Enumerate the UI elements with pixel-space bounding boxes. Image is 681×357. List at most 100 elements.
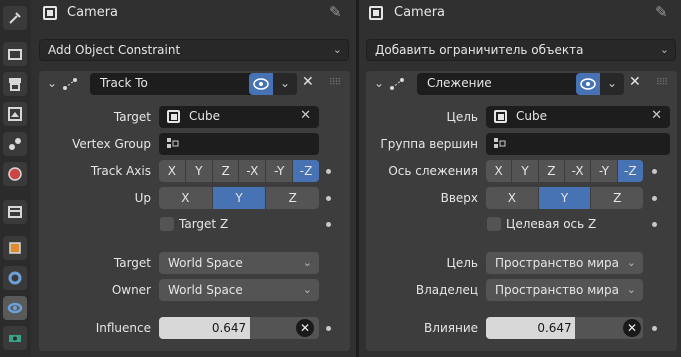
disable-keep-transform-icon[interactable]: ✕ — [623, 319, 641, 337]
target-space-value: Пространство мира — [495, 256, 620, 270]
track-axis-selector[interactable]: X Y Z -X -Y -Z — [486, 160, 643, 182]
vertex-group-icon — [167, 138, 179, 148]
track-axis-neg-x[interactable]: -X — [239, 160, 267, 182]
vertex-group-field[interactable] — [159, 133, 319, 155]
output-icon[interactable] — [3, 72, 27, 96]
up-axis-x[interactable]: X — [486, 187, 539, 209]
target-field[interactable]: Cube ✕ — [486, 106, 670, 128]
right-properties-panel: Camera ✎ Добавить ограничитель объекта ⌄… — [359, 0, 681, 357]
keyframe-dot-icon[interactable] — [326, 326, 331, 331]
track-axis-neg-z[interactable]: -Z — [617, 160, 643, 182]
influence-value: 0.647 — [211, 321, 247, 335]
clear-target-icon[interactable]: ✕ — [300, 108, 311, 123]
track-axis-neg-z[interactable]: -Z — [293, 160, 319, 182]
keyframe-dot-icon[interactable] — [326, 196, 331, 201]
collapse-chevron-icon[interactable]: ⌄ — [47, 76, 57, 90]
keyframe-dot-icon[interactable] — [326, 222, 331, 227]
disable-keep-transform-icon[interactable]: ✕ — [296, 319, 314, 337]
track-axis-neg-y[interactable]: -Y — [591, 160, 618, 182]
add-constraint-dropdown[interactable]: Add Object Constraint ⌄ — [39, 39, 349, 61]
delete-constraint-icon[interactable]: ✕ — [629, 74, 641, 90]
collapse-chevron-icon[interactable]: ⌄ — [374, 76, 384, 90]
keyframe-dot-icon[interactable] — [652, 326, 657, 331]
chevron-down-icon: ⌄ — [626, 256, 636, 269]
collection-icon[interactable] — [3, 200, 27, 224]
influence-slider[interactable]: 0.647 — [159, 317, 319, 339]
target-z-label: Целевая ось Z — [506, 217, 597, 231]
target-space-label: Цель — [446, 256, 478, 270]
chevron-down-icon: ⌄ — [302, 256, 312, 269]
influence-value: 0.647 — [537, 321, 572, 335]
target-space-dropdown[interactable]: Пространство мира ⌄ — [486, 252, 643, 274]
eye-toggle-icon[interactable] — [249, 73, 273, 95]
track-axis-selector[interactable]: X Y Z -X -Y -Z — [159, 160, 319, 182]
track-axis-neg-x[interactable]: -X — [565, 160, 592, 182]
panel-header: Camera ✎ — [31, 0, 356, 28]
chevron-down-icon: ⌄ — [626, 283, 636, 296]
camera-object-icon — [369, 6, 383, 20]
keyframe-dot-icon[interactable] — [326, 169, 331, 174]
delete-constraint-icon[interactable]: ✕ — [302, 74, 314, 90]
eye-toggle-icon[interactable] — [576, 73, 600, 95]
track-axis-y[interactable]: Y — [512, 160, 539, 182]
track-axis-y[interactable]: Y — [186, 160, 213, 182]
target-field[interactable]: Cube ✕ — [159, 106, 319, 128]
clear-target-icon[interactable]: ✕ — [651, 108, 662, 123]
keyframe-dot-icon[interactable] — [652, 169, 657, 174]
owner-space-label: Владелец — [415, 283, 478, 297]
track-axis-x[interactable]: X — [486, 160, 513, 182]
keyframe-dot-icon[interactable] — [652, 196, 657, 201]
track-axis-neg-y[interactable]: -Y — [266, 160, 294, 182]
owner-space-value: Пространство мира — [495, 283, 620, 297]
target-label: Target — [113, 110, 151, 124]
target-label: Цель — [446, 110, 478, 124]
vertex-group-icon — [494, 138, 506, 148]
owner-space-value: World Space — [168, 283, 243, 297]
keyframe-dot-icon[interactable] — [652, 222, 657, 227]
up-axis-y[interactable]: Y — [212, 187, 267, 209]
target-z-checkbox[interactable] — [487, 217, 501, 231]
object-icon[interactable] — [3, 236, 27, 260]
constraint-icon[interactable] — [3, 296, 27, 320]
modifier-icon[interactable] — [3, 266, 27, 290]
up-axis-x[interactable]: X — [159, 187, 213, 209]
add-constraint-label: Добавить ограничитель объекта — [375, 43, 584, 57]
up-axis-z[interactable]: Z — [266, 187, 319, 209]
up-axis-z[interactable]: Z — [591, 187, 643, 209]
target-space-label: Target — [113, 256, 151, 270]
panel-header: Camera ✎ — [359, 0, 681, 28]
constraint-box: ⌄ Слежение ⌄ ✕ ⠿⠿ Цель Cube ✕ Группа вер… — [366, 71, 677, 351]
up-axis-selector[interactable]: X Y Z — [159, 187, 319, 209]
add-constraint-dropdown[interactable]: Добавить ограничитель объекта ⌄ — [366, 39, 676, 61]
constraint-menu-chevron-icon[interactable]: ⌄ — [273, 73, 297, 95]
constraint-menu-chevron-icon[interactable]: ⌄ — [600, 73, 624, 95]
object-icon — [167, 110, 180, 123]
tool-icon[interactable] — [3, 6, 27, 30]
pin-icon[interactable]: ✎ — [329, 3, 342, 21]
drag-handle-icon[interactable]: ⠿⠿ — [329, 78, 341, 88]
target-z-checkbox[interactable] — [160, 217, 174, 231]
up-label: Up — [134, 191, 151, 205]
pin-icon[interactable]: ✎ — [655, 3, 668, 21]
data-icon[interactable] — [3, 326, 27, 350]
view-layer-icon[interactable] — [3, 102, 27, 126]
owner-space-dropdown[interactable]: Пространство мира ⌄ — [486, 279, 643, 301]
track-axis-z[interactable]: Z — [539, 160, 565, 182]
world-icon[interactable] — [3, 162, 27, 186]
influence-slider[interactable]: 0.647 — [486, 317, 643, 339]
render-icon[interactable] — [3, 42, 27, 66]
target-value: Cube — [189, 109, 220, 123]
track-axis-label: Ось слежения — [388, 164, 478, 178]
vertex-group-label: Группа вершин — [380, 137, 478, 151]
owner-space-dropdown[interactable]: World Space ⌄ — [159, 279, 319, 301]
constraint-name-text: Track To — [100, 76, 148, 90]
scene-icon[interactable] — [3, 132, 27, 156]
constraint-box: ⌄ Track To ⌄ ✕ ⠿⠿ Target Cube ✕ Vertex G… — [39, 71, 350, 351]
up-axis-y[interactable]: Y — [538, 187, 592, 209]
track-axis-x[interactable]: X — [159, 160, 186, 182]
target-space-dropdown[interactable]: World Space ⌄ — [159, 252, 319, 274]
vertex-group-field[interactable] — [486, 133, 670, 155]
drag-handle-icon[interactable]: ⠿⠿ — [656, 78, 668, 88]
track-axis-z[interactable]: Z — [213, 160, 240, 182]
up-axis-selector[interactable]: X Y Z — [486, 187, 643, 209]
